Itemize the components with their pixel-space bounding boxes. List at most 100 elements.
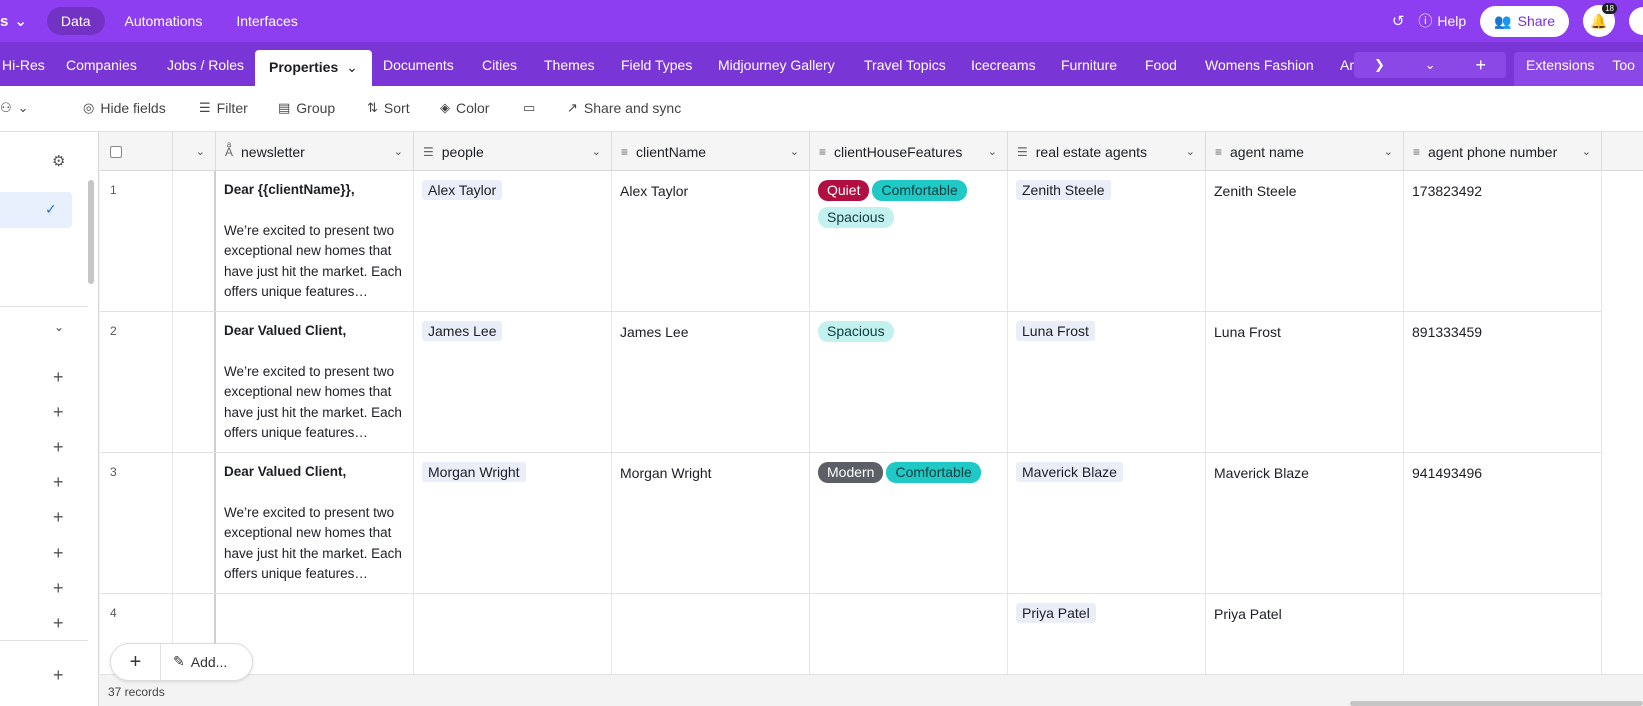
tab-hi-res[interactable]: Hi-Res [2, 52, 45, 86]
create-view-plus-icon[interactable]: + [53, 438, 64, 456]
base-name[interactable]: s ⌄ [0, 12, 27, 31]
linked-record-chip[interactable]: Zenith Steele [1016, 180, 1111, 200]
create-view-plus-icon[interactable]: + [53, 508, 64, 526]
nav-tab-automations[interactable]: Automations [111, 7, 217, 35]
tools-button[interactable]: Too [1612, 57, 1635, 73]
agent-phone-cell[interactable]: 173823492 [1404, 171, 1602, 311]
tab-companies[interactable]: Companies [66, 52, 137, 86]
tab-cities[interactable]: Cities [482, 52, 517, 86]
tab-food[interactable]: Food [1145, 52, 1177, 86]
nav-tab-interfaces[interactable]: Interfaces [222, 7, 311, 35]
linked-record-chip[interactable]: Priya Patel [1016, 603, 1096, 623]
primary-cell[interactable] [173, 312, 216, 452]
tab-field-types[interactable]: Field Types [621, 52, 692, 86]
agent-phone-cell[interactable]: 941493496 [1404, 453, 1602, 593]
table-row[interactable]: 2 Dear Valued Client, We’re excited to p… [100, 312, 1602, 453]
people-cell[interactable] [414, 594, 612, 686]
people-cell[interactable]: Morgan Wright [414, 453, 612, 593]
primary-cell[interactable] [173, 453, 216, 593]
column-header-agent-name[interactable]: ≡ agent name ⌄ [1206, 132, 1404, 171]
agents-cell[interactable]: Priya Patel [1008, 594, 1206, 686]
color-button[interactable]: ◈ Color [440, 100, 489, 116]
tab-furniture[interactable]: Furniture [1061, 52, 1117, 86]
linked-record-chip[interactable]: James Lee [422, 321, 503, 341]
agent-name-cell[interactable]: Maverick Blaze [1206, 453, 1404, 593]
newsletter-cell[interactable]: Dear Valued Client, We’re excited to pre… [216, 453, 414, 593]
clientname-cell[interactable] [612, 594, 810, 686]
create-section-plus-icon[interactable]: + [53, 666, 64, 684]
linked-record-chip[interactable]: Alex Taylor [422, 180, 503, 200]
agent-phone-cell[interactable] [1404, 594, 1602, 686]
tab-properties[interactable]: Properties ⌄ [255, 50, 372, 86]
agent-name-cell[interactable]: Luna Frost [1206, 312, 1404, 452]
agents-cell[interactable]: Luna Frost [1008, 312, 1206, 452]
create-view-plus-icon[interactable]: + [53, 403, 64, 421]
create-view-plus-icon[interactable]: + [53, 368, 64, 386]
extensions-button[interactable]: Extensions [1526, 57, 1594, 73]
newsletter-cell[interactable]: Dear Valued Client, We’re excited to pre… [216, 312, 414, 452]
select-all-checkbox[interactable] [110, 145, 122, 158]
linked-record-chip[interactable]: Luna Frost [1016, 321, 1095, 341]
features-cell[interactable] [810, 594, 1008, 686]
sidebar-scrollbar[interactable] [88, 180, 94, 284]
horizontal-scrollbar[interactable] [1350, 701, 1643, 706]
filter-button[interactable]: ☰ Filter [199, 100, 248, 116]
features-cell[interactable]: Modern Comfortable [810, 453, 1008, 593]
tab-themes[interactable]: Themes [544, 52, 595, 86]
create-view-plus-icon[interactable]: + [53, 579, 64, 597]
create-view-plus-icon[interactable]: + [53, 473, 64, 491]
tab-travel-topics[interactable]: Travel Topics [864, 52, 946, 86]
clientname-cell[interactable]: Morgan Wright [612, 453, 810, 593]
table-row[interactable]: 1 Dear {{clientName}}, We’re excited to … [100, 171, 1602, 312]
column-header-agent-phone-number[interactable]: ≡ agent phone number ⌄ [1404, 132, 1602, 171]
clientname-cell[interactable]: James Lee [612, 312, 810, 452]
notifications-button[interactable]: 🔔 18 [1583, 3, 1617, 37]
features-cell[interactable]: Quiet Comfortable Spacious [810, 171, 1008, 311]
share-sync-button[interactable]: ↗ Share and sync [567, 100, 681, 116]
clientname-cell[interactable]: Alex Taylor [612, 171, 810, 311]
chevron-down-icon[interactable]: ⌄ [1425, 57, 1436, 73]
column-header-people[interactable]: ☰ people ⌄ [414, 132, 612, 171]
share-button[interactable]: 👥 Share [1480, 5, 1569, 37]
column-header-newsletter[interactable]: Aͣ newsletter ⌄ [216, 132, 414, 171]
primary-field-menu[interactable]: ⌄ [173, 132, 216, 171]
agents-cell[interactable]: Zenith Steele [1008, 171, 1206, 311]
chevron-down-icon[interactable]: ⌄ [54, 320, 64, 334]
sidebar-selected-view[interactable]: ✓ [0, 192, 72, 228]
people-cell[interactable]: James Lee [414, 312, 612, 452]
features-cell[interactable]: Spacious [810, 312, 1008, 452]
gear-icon[interactable]: ⚙ [52, 152, 65, 170]
tab-womens-fashion[interactable]: Womens Fashion [1205, 52, 1314, 86]
avatar[interactable] [1629, 7, 1643, 35]
column-header-clientname[interactable]: ≡ clientName ⌄ [612, 132, 810, 171]
add-table-icon[interactable]: + [1476, 55, 1487, 76]
tab-icecreams[interactable]: Icecreams [971, 52, 1036, 86]
primary-cell[interactable] [173, 171, 216, 311]
table-row[interactable]: 4 Priya Patel Priya Patel [100, 594, 1602, 686]
hide-fields-button[interactable]: ◎ Hide fields [83, 100, 166, 116]
add-record-button[interactable]: + [111, 644, 161, 680]
column-header-clienthousefeatures[interactable]: ≡ clientHouseFeatures ⌄ [810, 132, 1008, 171]
group-button[interactable]: ▤ Group [278, 100, 335, 116]
sort-button[interactable]: ⇅ Sort [367, 100, 410, 116]
people-cell[interactable]: Alex Taylor [414, 171, 612, 311]
tab-truncated[interactable]: Ar [1340, 52, 1354, 86]
nav-tab-data[interactable]: Data [46, 7, 105, 35]
view-switcher[interactable]: ⚇ ⌄ [0, 100, 29, 116]
agent-phone-cell[interactable]: 891333459 [1404, 312, 1602, 452]
agent-name-cell[interactable]: Zenith Steele [1206, 171, 1404, 311]
tab-jobs-roles[interactable]: Jobs / Roles [167, 52, 244, 86]
table-row[interactable]: 3 Dear Valued Client, We’re excited to p… [100, 453, 1602, 594]
row-height-button[interactable]: ▭ [523, 100, 535, 116]
newsletter-cell[interactable]: Dear {{clientName}}, We’re excited to pr… [216, 171, 414, 311]
linked-record-chip[interactable]: Morgan Wright [422, 462, 526, 482]
more-tabs-icon[interactable]: ❯ [1374, 57, 1385, 73]
agent-name-cell[interactable]: Priya Patel [1206, 594, 1404, 686]
create-view-plus-icon[interactable]: + [53, 614, 64, 632]
ai-add-button[interactable]: ✎ Add... [173, 653, 227, 670]
tab-documents[interactable]: Documents [383, 52, 454, 86]
agents-cell[interactable]: Maverick Blaze [1008, 453, 1206, 593]
tab-midjourney-gallery[interactable]: Midjourney Gallery [718, 52, 835, 86]
linked-record-chip[interactable]: Maverick Blaze [1016, 462, 1123, 482]
history-icon[interactable]: ↺ [1392, 12, 1405, 30]
